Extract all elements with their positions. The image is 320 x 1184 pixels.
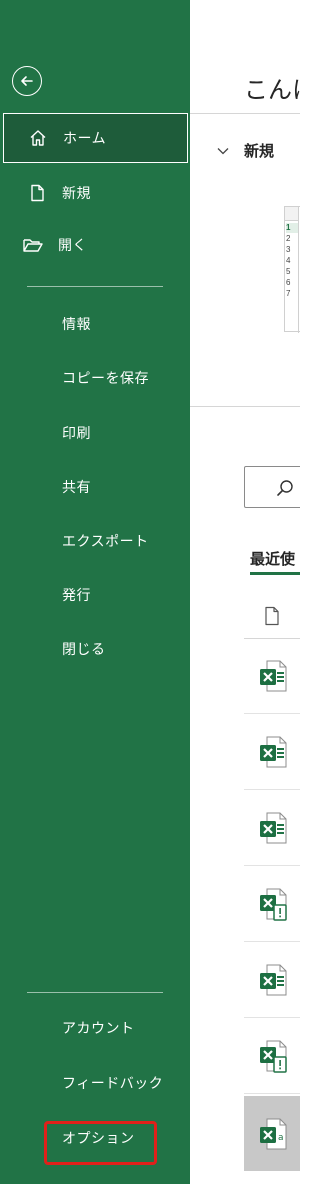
file-type-column-icon [265,606,279,626]
nav-open[interactable]: 開く [0,220,190,270]
recent-tab[interactable]: 最近使 [250,548,300,575]
thumbnail-row-number: 4 [286,256,291,265]
thumbnail-corner [285,207,298,221]
thumbnail-row-number: 3 [286,245,291,254]
thumbnail-row-number: 5 [286,267,291,276]
recent-file-row[interactable] [244,639,300,714]
thumbnail-row-number: 6 [286,278,291,287]
svg-text:a: a [278,1133,284,1143]
search-icon [277,480,293,496]
home-icon [27,127,49,149]
excel-template-icon: a [260,1118,287,1149]
sidebar-item-info[interactable]: 情報 [0,304,190,344]
options-highlight-box [44,1121,157,1165]
greeting-heading: こんに [244,76,300,104]
sidebar-item-publish[interactable]: 発行 [0,575,190,615]
excel-file-icon [260,812,287,844]
sidebar-divider-bottom [27,992,163,993]
nav-home[interactable]: ホーム [3,113,188,163]
thumbnail-row-number: 2 [286,234,291,243]
sidebar-item-account[interactable]: アカウント [0,1008,190,1048]
nav-new[interactable]: 新規 [0,168,190,218]
excel-file-warning-icon [260,888,287,921]
nav-new-label: 新規 [62,186,91,202]
recent-file-row[interactable] [244,867,300,942]
sidebar-divider [27,286,163,287]
sidebar-item-save-copy[interactable]: コピーを保存 [0,358,190,398]
new-document-icon [26,182,48,204]
excel-file-icon [260,736,287,768]
content-divider [190,113,300,114]
excel-file-icon [260,964,287,996]
open-folder-icon [22,234,44,256]
recent-file-row[interactable] [244,943,300,1018]
recent-file-row-selected[interactable]: a [244,1096,300,1171]
search-input[interactable] [244,466,300,508]
sidebar-item-feedback[interactable]: フィードバック [0,1063,190,1103]
sidebar-item-close[interactable]: 閉じる [0,629,190,669]
content-divider [190,406,300,407]
thumbnail-row-number: 1 [286,223,298,233]
sidebar-item-export[interactable]: エクスポート [0,521,190,561]
backstage-sidebar: ホーム 新規 開く 情報 コピーを保存 印刷 共有 エクスポート 発行 閉じる … [0,0,190,1184]
recent-file-row[interactable] [244,791,300,866]
nav-home-label: ホーム [63,131,107,147]
recent-file-row[interactable] [244,1019,300,1094]
excel-file-warning-icon [260,1040,287,1073]
blank-workbook-thumbnail[interactable]: 1 2 3 4 5 6 7 [284,206,300,333]
back-arrow-icon [21,76,33,86]
nav-open-label: 開く [58,238,87,254]
chevron-down-icon [217,147,229,154]
sidebar-item-print[interactable]: 印刷 [0,413,190,453]
sidebar-item-share[interactable]: 共有 [0,467,190,507]
home-content: こんに 新規 1 2 3 4 5 6 7 最近使 [190,0,300,1184]
new-section-toggle[interactable]: 新規 [216,140,274,161]
thumbnail-row-number: 7 [286,289,291,298]
new-section-label: 新規 [244,142,275,160]
thumbnail-column-separator [298,207,299,333]
excel-file-icon [260,660,287,692]
back-button[interactable] [12,66,42,96]
recent-file-row[interactable] [244,715,300,790]
